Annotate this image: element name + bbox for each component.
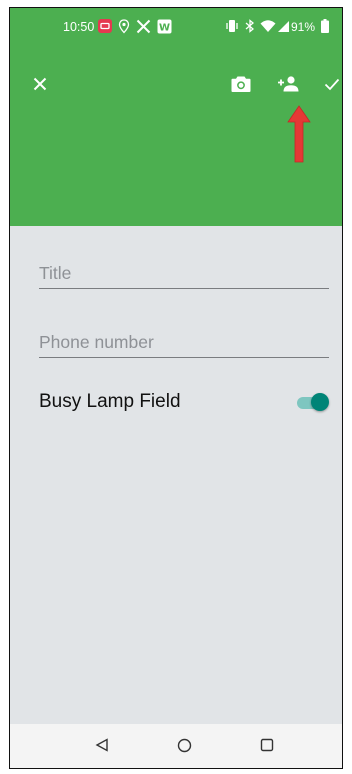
add-contact-button[interactable] <box>274 70 302 98</box>
phone-number-field[interactable] <box>39 332 329 358</box>
app-bar: 10:50 W 91% <box>10 8 342 226</box>
busy-lamp-field-label: Busy Lamp Field <box>39 391 181 412</box>
busy-lamp-field-switch[interactable] <box>296 393 329 411</box>
screen-record-icon <box>98 19 112 33</box>
status-time: 10:50 <box>63 20 95 34</box>
status-bar: 10:50 W 91% <box>10 8 342 48</box>
recents-button[interactable] <box>255 733 279 757</box>
battery-icon <box>321 19 329 33</box>
bluetooth-icon <box>245 19 255 33</box>
busy-lamp-field-row: Busy Lamp Field <box>39 390 329 414</box>
annotation-arrow-icon <box>287 105 311 163</box>
save-button[interactable] <box>318 70 342 98</box>
back-button[interactable] <box>90 733 114 757</box>
x-app-icon <box>136 19 151 34</box>
recents-square-icon <box>260 738 274 752</box>
home-circle-icon <box>177 738 191 752</box>
back-triangle-icon <box>95 738 108 752</box>
navigation-bar <box>10 724 342 768</box>
camera-button[interactable] <box>227 70 255 98</box>
check-icon <box>324 78 340 90</box>
battery-percentage: 91% <box>291 20 316 34</box>
svg-text:W: W <box>159 23 170 34</box>
location-icon <box>118 19 130 34</box>
close-icon <box>33 77 47 91</box>
switch-thumb <box>311 393 329 411</box>
wifi-icon <box>260 20 276 32</box>
signal-icon <box>278 21 289 32</box>
title-input[interactable] <box>39 263 329 284</box>
vibrate-icon <box>226 20 238 32</box>
phone-number-input[interactable] <box>39 332 329 353</box>
camera-icon <box>231 76 251 92</box>
title-field[interactable] <box>39 263 329 289</box>
home-button[interactable] <box>172 733 196 757</box>
word-app-icon: W <box>157 19 172 34</box>
close-button[interactable] <box>26 70 54 98</box>
phone-screen: 10:50 W 91% Title Phone number Busy Lamp… <box>9 7 343 769</box>
person-add-icon <box>278 76 299 92</box>
